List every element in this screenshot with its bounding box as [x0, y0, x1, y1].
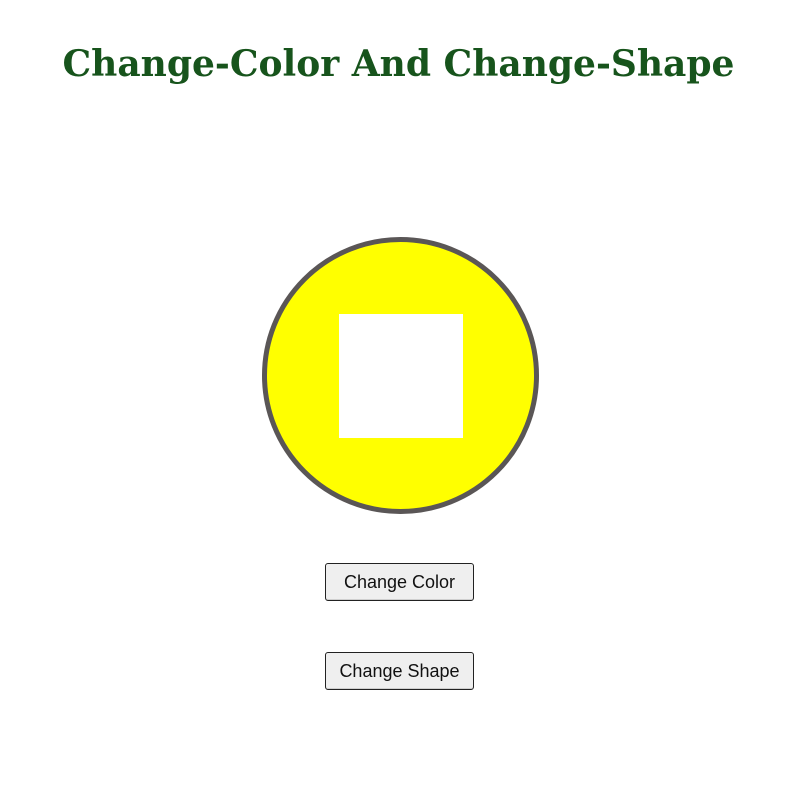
color-shape-circle — [262, 237, 539, 514]
page: Change-Color And Change-Shape Change Col… — [0, 0, 797, 787]
change-color-button[interactable]: Change Color — [325, 563, 474, 601]
inner-square — [339, 314, 463, 438]
page-title: Change-Color And Change-Shape — [62, 43, 735, 85]
change-shape-button[interactable]: Change Shape — [325, 652, 474, 690]
